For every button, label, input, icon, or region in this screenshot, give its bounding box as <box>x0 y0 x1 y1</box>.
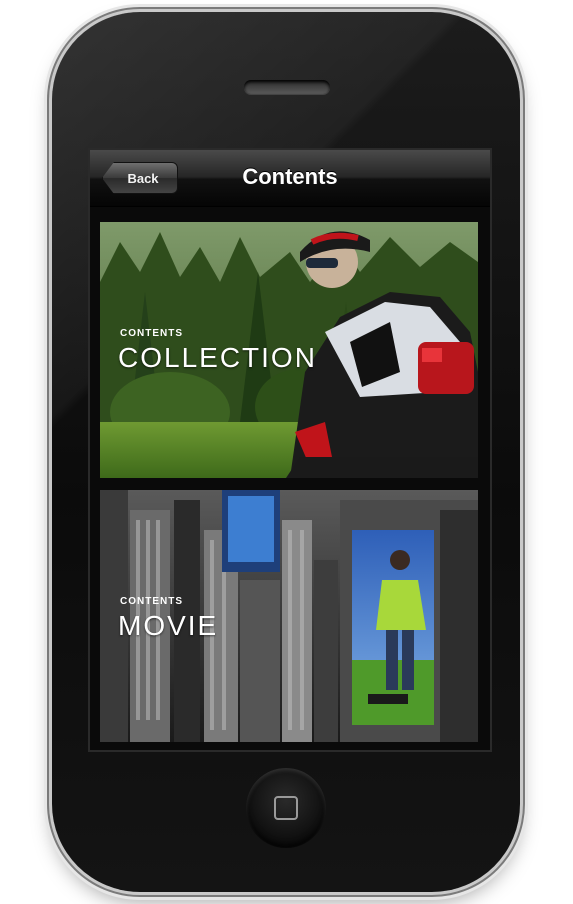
app-screen: Back Contents CONTENTS COLLECTION CONTEN… <box>88 148 492 752</box>
home-button[interactable] <box>246 768 326 848</box>
collection-kicker: CONTENTS <box>120 328 183 339</box>
movie-card[interactable]: CONTENTS MOVIE <box>100 490 478 742</box>
movie-kicker: CONTENTS <box>120 596 183 607</box>
earpiece-speaker <box>244 80 330 94</box>
collection-heading: COLLECTION <box>118 342 317 373</box>
collection-card[interactable]: CONTENTS COLLECTION <box>100 222 478 478</box>
back-button[interactable]: Back <box>102 162 178 194</box>
phone-device: Back Contents CONTENTS COLLECTION CONTEN… <box>52 12 520 892</box>
page-title: Contents <box>242 164 338 189</box>
navigation-bar: Back Contents <box>90 150 490 207</box>
movie-heading: MOVIE <box>118 610 219 641</box>
home-square-icon <box>274 796 298 820</box>
